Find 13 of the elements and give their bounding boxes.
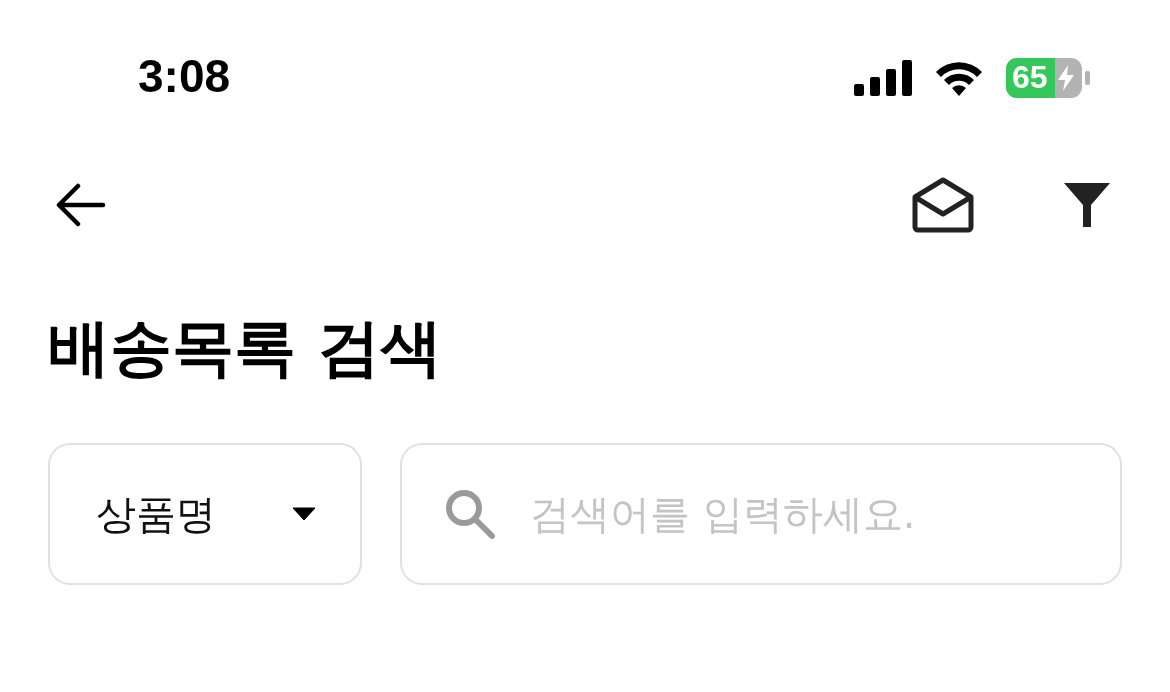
clock-time: 3:08 <box>138 49 231 104</box>
search-field[interactable]: 검색어를 입력하세요. <box>400 443 1122 585</box>
open-envelope-button[interactable] <box>912 177 974 233</box>
wifi-icon <box>934 59 984 96</box>
filter-button[interactable] <box>1062 181 1112 229</box>
page-title: 배송목록 검색 <box>48 310 443 386</box>
battery-cap-icon <box>1085 70 1090 85</box>
signal-icon <box>854 59 912 96</box>
back-button[interactable] <box>56 183 106 227</box>
search-icon <box>444 488 496 540</box>
category-dropdown[interactable]: 상품명 <box>48 443 362 585</box>
battery-percent: 65 <box>1011 59 1048 96</box>
caret-icon <box>292 507 316 521</box>
